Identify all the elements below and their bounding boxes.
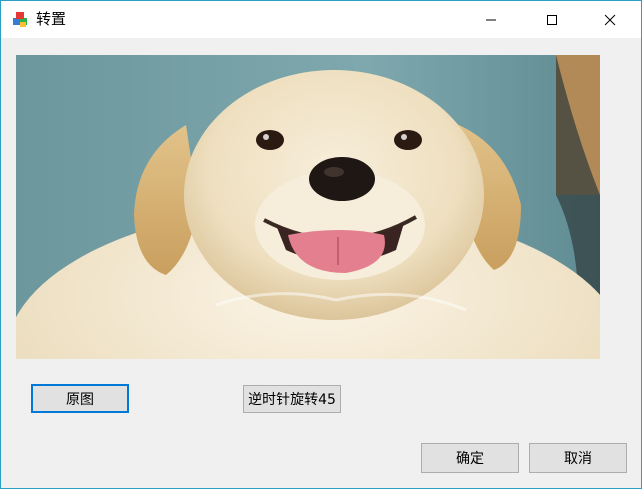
cancel-button[interactable]: 取消 [529,443,627,473]
ok-button-label: 确定 [456,451,484,467]
maximize-button[interactable] [529,1,575,38]
window-title: 转置 [36,10,67,28]
rotate-ccw-45-button[interactable]: 逆时针旋转45 [243,385,341,413]
puppy-photo [16,55,600,359]
dialog-window: 转置 原图 逆时针旋转45 确定 取消 [0,0,642,489]
maximize-icon [547,14,557,25]
original-image-button-label: 原图 [66,391,94,408]
cancel-button-label: 取消 [564,451,592,467]
minimize-icon [486,19,496,20]
minimize-button[interactable] [468,1,514,38]
title-bar[interactable]: 转置 [1,1,641,38]
close-button[interactable] [587,1,633,38]
ok-button[interactable]: 确定 [421,443,519,473]
close-icon [604,14,616,25]
image-display [16,55,600,359]
original-image-button[interactable]: 原图 [31,384,129,413]
rotate-ccw-45-button-label: 逆时针旋转45 [248,392,336,408]
app-icon [13,12,27,27]
